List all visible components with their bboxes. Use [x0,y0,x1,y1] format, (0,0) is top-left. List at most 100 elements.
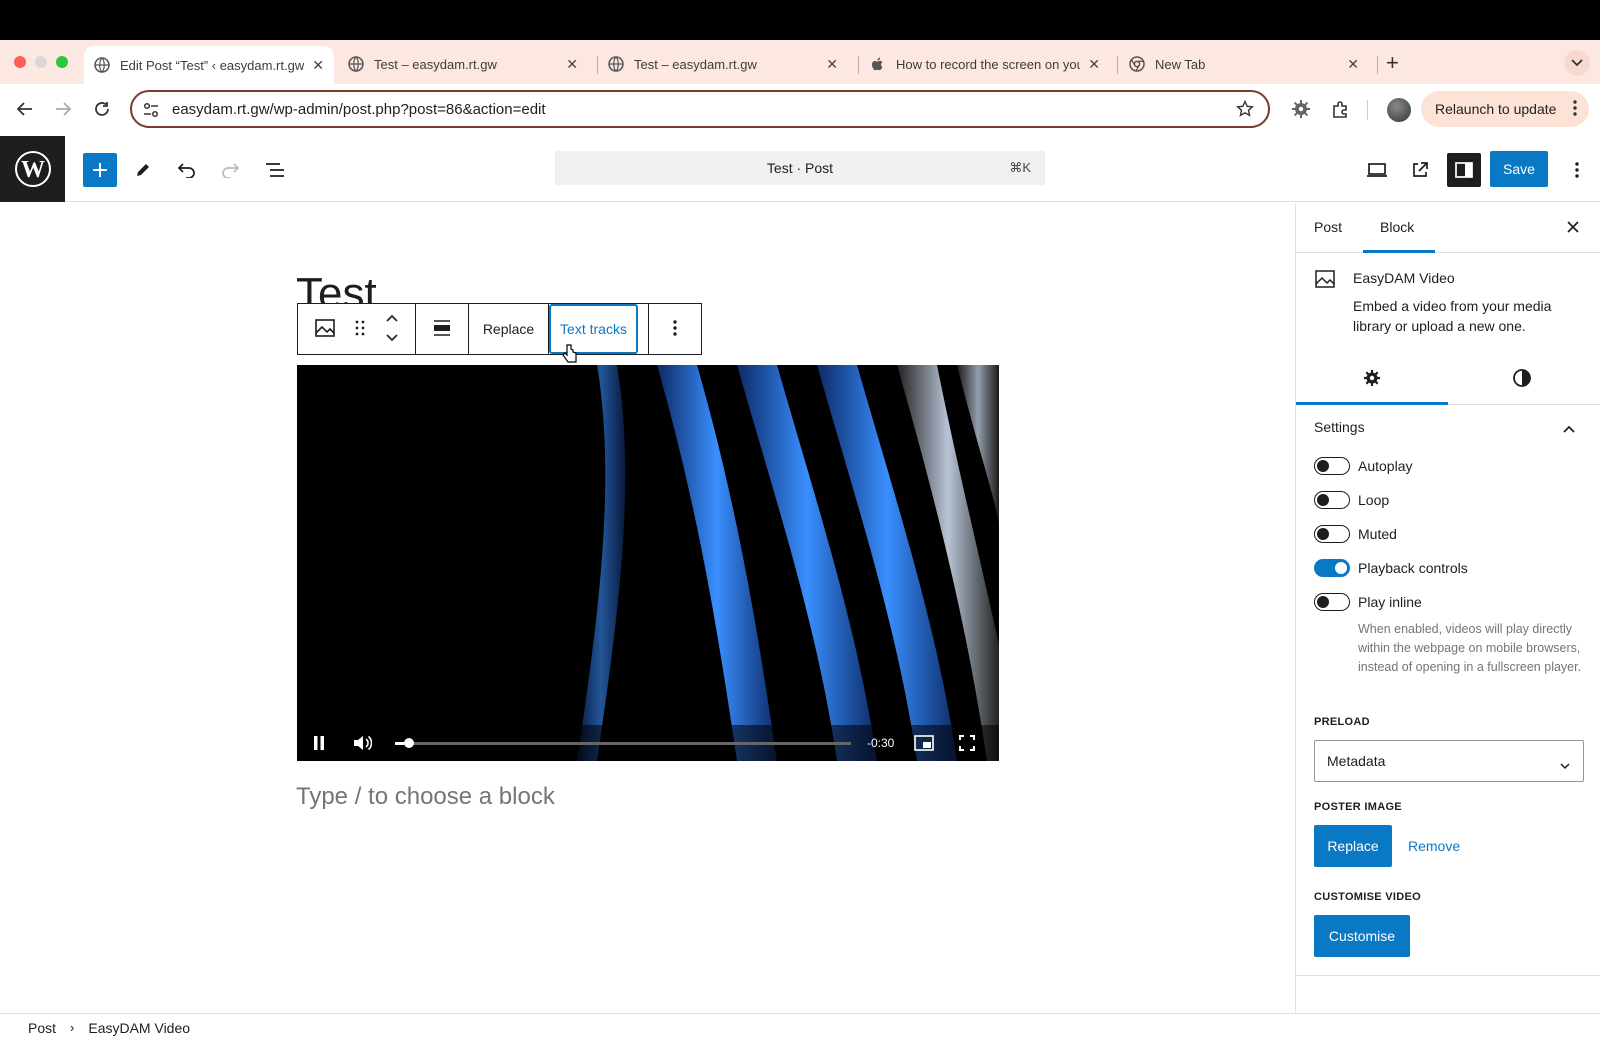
fullscreen-icon[interactable] [959,735,975,756]
tab-search-chevron-icon[interactable] [1564,50,1590,76]
block-appender-placeholder[interactable]: Type / to choose a block [296,783,555,811]
new-tab-plus-icon[interactable]: + [1386,50,1399,76]
command-bar-title: Test · Post [766,160,834,176]
muted-toggle[interactable] [1314,525,1350,543]
browser-tab-new-tab[interactable]: New Tab ✕ [1119,46,1369,82]
styles-half-circle-icon[interactable] [1512,368,1532,393]
align-center-icon [433,319,451,340]
customise-video-label: CUSTOMISE VIDEO [1314,891,1421,903]
tab-label: How to record the screen on your Mac [896,56,1080,72]
redo-icon[interactable] [213,153,247,187]
tab-label: Edit Post “Test” ‹ easydam.rt.gw [120,57,305,73]
more-vertical-icon [1573,99,1577,120]
toggle-knob [1317,494,1329,506]
globe-icon [94,57,110,73]
relaunch-to-update-button[interactable]: Relaunch to update [1421,91,1589,127]
drag-handle-icon[interactable] [355,319,365,340]
play-inline-toggle[interactable] [1314,593,1350,611]
back-arrow-icon[interactable] [14,98,36,120]
close-tab-icon[interactable]: ✕ [1347,56,1359,73]
settings-sidebar-toggle-icon[interactable] [1447,153,1481,187]
relaunch-label: Relaunch to update [1435,101,1557,117]
chevron-down-icon [1559,757,1571,773]
browser-tab-test-1[interactable]: Test – easydam.rt.gw ✕ [338,46,588,82]
poster-image-label: POSTER IMAGE [1314,801,1402,813]
breadcrumb-post[interactable]: Post [28,1020,56,1036]
close-tab-icon[interactable]: ✕ [826,56,838,73]
preload-select-value: Metadata [1327,753,1386,769]
add-block-plus-icon[interactable] [83,153,117,187]
browser-tab-edit-post[interactable]: Edit Post “Test” ‹ easydam.rt.gw ✕ [84,46,334,84]
loop-toggle[interactable] [1314,491,1350,509]
apple-icon [870,56,886,72]
playback-controls-toggle[interactable] [1314,559,1350,577]
profile-avatar[interactable] [1387,98,1411,122]
undo-icon[interactable] [170,153,204,187]
preview-desktop-icon[interactable] [1360,153,1394,187]
browser-tab-test-2[interactable]: Test – easydam.rt.gw ✕ [598,46,848,82]
poster-remove-button[interactable]: Remove [1408,838,1460,854]
address-row: easydam.rt.gw/wp-admin/post.php?post=86&… [0,84,1600,136]
video-controls-bar: -0:30 [297,725,999,761]
video-player[interactable]: -0:30 [297,365,999,761]
tab-post[interactable]: Post [1314,219,1342,235]
view-post-external-icon[interactable] [1403,153,1437,187]
close-sidebar-icon[interactable] [1566,220,1580,239]
volume-icon[interactable] [352,734,373,757]
zoom-window-button[interactable] [56,56,68,68]
command-palette-bar[interactable]: Test · Post ⌘K [555,151,1045,185]
reload-icon[interactable] [91,98,113,120]
url-text: easydam.rt.gw/wp-admin/post.php?post=86&… [172,100,546,118]
muted-label: Muted [1358,526,1397,542]
replace-label: Replace [482,321,535,337]
settings-gear-icon[interactable] [1362,368,1382,393]
extensions-puzzle-icon[interactable] [1330,98,1352,120]
edit-pencil-icon[interactable] [126,153,160,187]
globe-icon [608,56,624,72]
forward-arrow-icon[interactable] [52,98,74,120]
save-button[interactable]: Save [1490,151,1548,187]
svg-text:W: W [21,157,45,183]
extension-gear-icon[interactable] [1290,98,1312,120]
image-block-icon [1314,269,1336,294]
site-settings-icon[interactable] [142,101,160,123]
close-tab-icon[interactable]: ✕ [1088,56,1100,73]
chevron-up-icon[interactable] [1562,421,1576,439]
active-tab-indicator [1363,250,1435,253]
toggle-knob [1317,460,1329,472]
autoplay-label: Autoplay [1358,458,1413,474]
tab-label: Test – easydam.rt.gw [634,56,757,72]
close-tab-icon[interactable]: ✕ [312,57,324,74]
options-more-vertical-icon[interactable] [1560,153,1594,187]
block-toolbar: Replace Text tracks [297,303,702,355]
chrome-icon [1129,56,1145,72]
replace-button[interactable]: Replace [469,304,549,354]
minimize-window-button[interactable] [35,56,47,68]
playback-controls-label: Playback controls [1358,560,1468,576]
autoplay-toggle[interactable] [1314,457,1350,475]
wordpress-logo-icon[interactable]: W [0,136,65,202]
image-block-icon[interactable] [314,318,336,341]
video-progress-track[interactable] [395,738,851,748]
browser-tab-record-screen[interactable]: How to record the screen on your Mac ✕ [860,46,1110,82]
play-inline-help-text: When enabled, videos will play directly … [1358,622,1582,674]
close-tab-icon[interactable]: ✕ [566,56,578,73]
move-up-down-chevron-icon[interactable] [385,313,399,346]
align-segment[interactable] [416,304,469,354]
tab-strip: Edit Post “Test” ‹ easydam.rt.gw ✕ Test … [0,40,1600,84]
customise-button[interactable]: Customise [1314,915,1410,957]
bookmark-star-icon[interactable] [1235,99,1255,122]
video-progress-handle[interactable] [404,738,415,748]
toolbar-divider [1367,100,1368,120]
close-window-button[interactable] [14,56,26,68]
sidebar-tabs: Post Block [1296,203,1600,253]
picture-in-picture-icon[interactable] [914,735,934,756]
pause-icon[interactable] [313,735,325,756]
poster-replace-button[interactable]: Replace [1314,825,1392,867]
block-more-options-button[interactable] [648,304,701,354]
preload-select[interactable]: Metadata [1314,740,1584,782]
settings-panel-title[interactable]: Settings [1314,419,1365,435]
document-overview-icon[interactable] [258,153,292,187]
tab-block[interactable]: Block [1380,219,1414,235]
address-bar[interactable]: easydam.rt.gw/wp-admin/post.php?post=86&… [130,90,1270,128]
